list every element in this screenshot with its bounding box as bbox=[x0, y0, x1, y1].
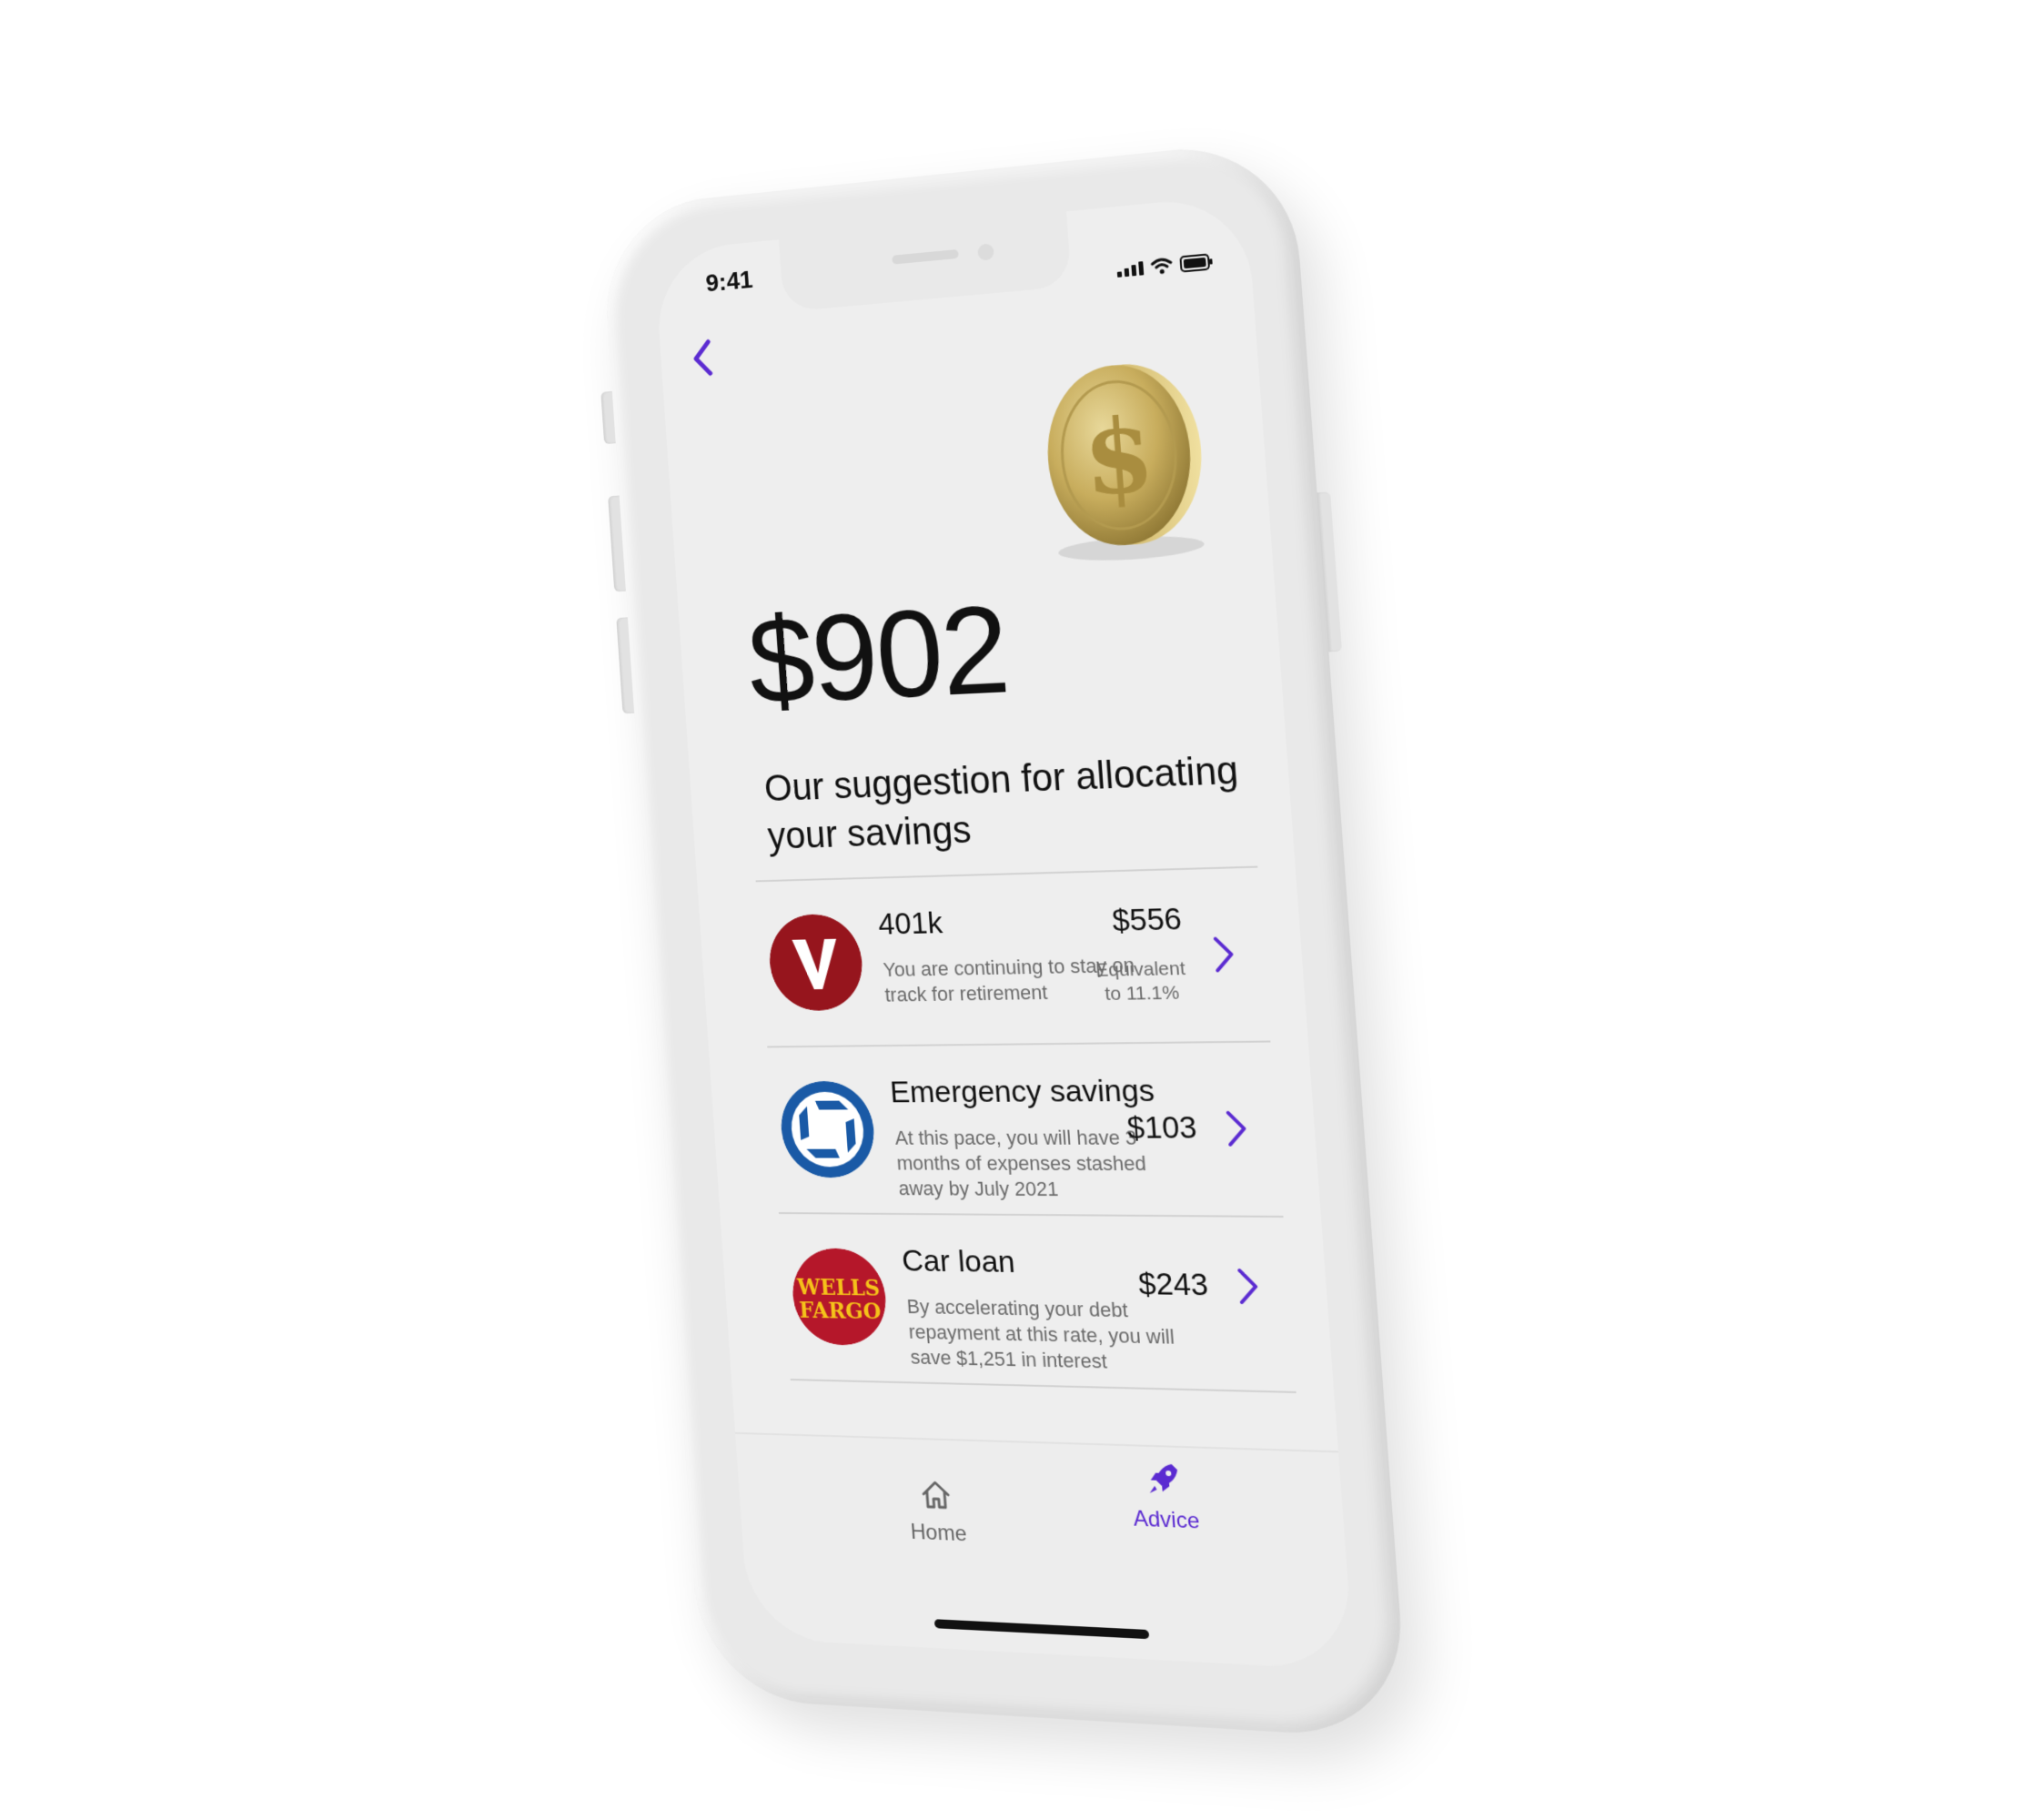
allocation-row-car-loan[interactable]: WELLS FARGO Car loan By accelerating you… bbox=[778, 1212, 1296, 1393]
home-icon bbox=[917, 1476, 954, 1513]
allocation-row-401k[interactable]: 401k You are continuing to stay on track… bbox=[755, 865, 1271, 1046]
speaker bbox=[892, 248, 959, 265]
cellular-signal-icon bbox=[1116, 260, 1145, 278]
allocation-title: 401k bbox=[877, 905, 944, 942]
back-button[interactable] bbox=[684, 334, 721, 382]
tab-advice[interactable]: Advice bbox=[1089, 1458, 1241, 1536]
chevron-left-icon bbox=[684, 334, 721, 382]
allocation-description: At this pace, you will have 3 months of … bbox=[893, 1126, 1147, 1201]
home-indicator[interactable] bbox=[933, 1619, 1150, 1640]
allocation-note: Equivalent to 11.1% bbox=[1095, 957, 1186, 1005]
bottom-tab-bar: Home Advice bbox=[735, 1431, 1355, 1671]
front-camera bbox=[977, 243, 994, 261]
chevron-right-icon bbox=[1223, 1108, 1250, 1149]
allocation-subtitle: Our suggestion for allocating your savin… bbox=[762, 748, 1240, 857]
allocation-description: By accelerating your debt repayment at t… bbox=[905, 1295, 1175, 1373]
allocation-amount: $243 bbox=[1137, 1266, 1210, 1303]
svg-text:FARGO: FARGO bbox=[799, 1298, 883, 1324]
tab-advice-label: Advice bbox=[1132, 1506, 1201, 1534]
svg-text:WELLS: WELLS bbox=[795, 1275, 881, 1301]
vanguard-logo bbox=[766, 913, 866, 1012]
svg-text:$: $ bbox=[1080, 395, 1158, 519]
scene: 9:41 $ $902 Our suggestion for allocatin… bbox=[0, 0, 2038, 1820]
chevron-right-icon bbox=[1235, 1266, 1262, 1308]
tab-home-label: Home bbox=[909, 1519, 968, 1547]
dollar-coin-illustration: $ bbox=[1029, 357, 1216, 571]
total-savings-amount: $902 bbox=[743, 579, 1013, 731]
status-icons bbox=[1116, 253, 1214, 278]
rocket-icon bbox=[1149, 1463, 1179, 1494]
allocation-title: Car loan bbox=[901, 1243, 1016, 1280]
chase-logo bbox=[778, 1080, 878, 1178]
allocation-amount: $103 bbox=[1125, 1109, 1198, 1146]
chevron-right-icon bbox=[1210, 934, 1237, 976]
battery-icon bbox=[1179, 253, 1214, 273]
wifi-icon bbox=[1150, 257, 1174, 275]
phone-mockup: 9:41 $ $902 Our suggestion for allocatin… bbox=[600, 137, 1409, 1740]
allocation-title: Emergency savings bbox=[889, 1073, 1156, 1110]
allocation-list: 401k You are continuing to stay on track… bbox=[755, 865, 1296, 1393]
tab-home[interactable]: Home bbox=[865, 1474, 1010, 1550]
app-screen: 9:41 $ $902 Our suggestion for allocatin… bbox=[653, 194, 1355, 1671]
allocation-amount: $556 bbox=[1111, 901, 1184, 938]
allocation-row-emergency-savings[interactable]: Emergency savings At this pace, you will… bbox=[767, 1040, 1284, 1216]
status-time: 9:41 bbox=[704, 265, 754, 298]
wells-fargo-logo: WELLS FARGO bbox=[789, 1248, 890, 1347]
